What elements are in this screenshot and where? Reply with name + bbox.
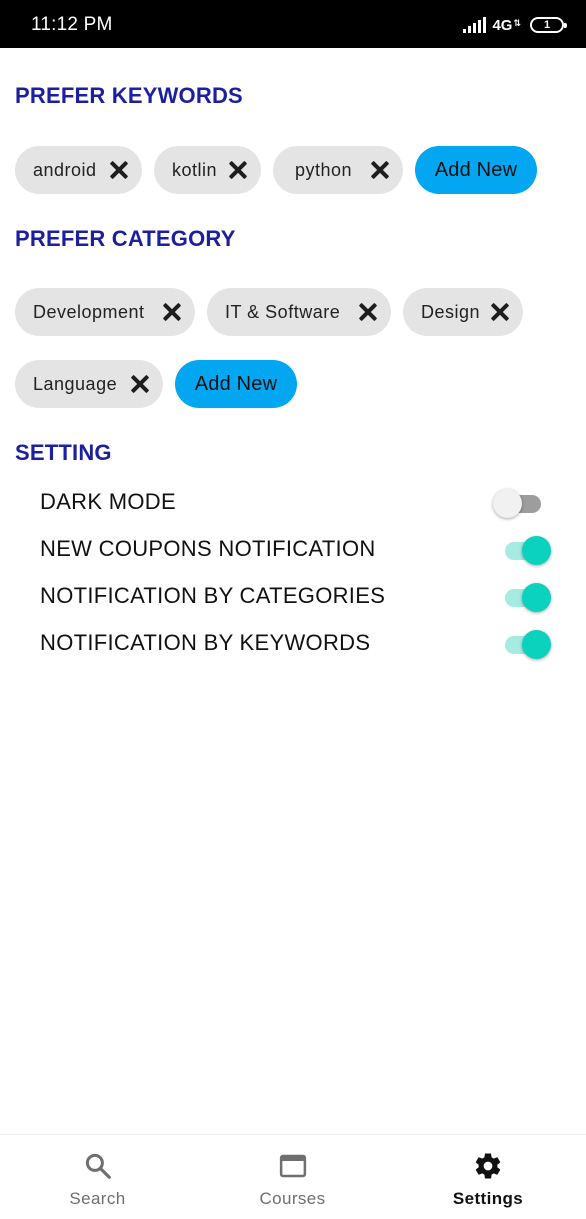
dark-mode-label: DARK MODE — [40, 489, 176, 514]
network-label: 4G — [492, 16, 513, 34]
network-indicator: 4G⇅ — [492, 17, 521, 34]
keyword-chip-kotlin[interactable]: kotlin — [154, 146, 261, 194]
chip-label: Development — [33, 301, 145, 322]
switch-thumb — [522, 583, 551, 612]
nav-item-settings[interactable]: Settings — [390, 1135, 586, 1219]
notification-by-keywords-label: NOTIFICATION BY KEYWORDS — [40, 630, 371, 655]
switch-thumb — [493, 489, 522, 518]
chip-label: Language — [33, 373, 118, 394]
category-chip-development[interactable]: Development — [15, 288, 195, 336]
chip-label: IT & Software — [225, 301, 341, 322]
add-category-button[interactable]: Add New — [175, 360, 297, 408]
notification-by-categories-switch[interactable] — [503, 579, 551, 613]
nav-label-courses: Courses — [259, 1189, 326, 1208]
notification-by-keywords-switch[interactable] — [503, 626, 551, 660]
search-icon — [85, 1153, 111, 1179]
close-icon[interactable] — [369, 159, 391, 181]
nav-item-search[interactable]: Search — [0, 1135, 195, 1219]
close-icon[interactable] — [357, 301, 379, 323]
chip-label: android — [33, 159, 97, 180]
nav-item-courses[interactable]: Courses — [195, 1135, 390, 1219]
category-heading: PREFER CATEGORY — [15, 226, 236, 251]
nav-label-settings: Settings — [452, 1189, 524, 1208]
status-bar: 11:12 PM 4G⇅ 1 — [0, 0, 586, 48]
close-icon[interactable] — [227, 159, 249, 181]
new-coupons-notification-label: NEW COUPONS NOTIFICATION — [40, 536, 376, 561]
new-coupons-notification-switch[interactable] — [503, 532, 551, 566]
status-time: 11:12 PM — [31, 14, 113, 35]
chip-label: python — [295, 159, 353, 180]
chip-label: kotlin — [172, 159, 218, 180]
close-icon[interactable] — [108, 159, 130, 181]
close-icon[interactable] — [129, 373, 151, 395]
chip-label: Design — [421, 301, 481, 322]
category-chip-it-software[interactable]: IT & Software — [207, 288, 391, 336]
add-keyword-button[interactable]: Add New — [415, 146, 537, 194]
close-icon[interactable] — [489, 301, 511, 323]
keywords-heading: PREFER KEYWORDS — [15, 83, 243, 108]
signal-icon — [463, 17, 487, 33]
window-icon — [279, 1154, 306, 1178]
category-chip-language[interactable]: Language — [15, 360, 163, 408]
bottom-navigation: Search Courses Settings — [0, 1134, 586, 1219]
gear-icon — [475, 1153, 501, 1179]
nav-label-search: Search — [69, 1189, 126, 1208]
battery-icon: 1 — [530, 17, 567, 33]
close-icon[interactable] — [161, 301, 183, 323]
switch-thumb — [522, 536, 551, 565]
setting-heading: SETTING — [15, 440, 112, 465]
keyword-chip-python[interactable]: python — [273, 146, 403, 194]
battery-level: 1 — [543, 19, 551, 31]
keyword-chip-android[interactable]: android — [15, 146, 142, 194]
status-icons: 4G⇅ 1 — [463, 15, 567, 35]
category-chip-design[interactable]: Design — [403, 288, 523, 336]
switch-thumb — [522, 630, 551, 659]
notification-by-categories-label: NOTIFICATION BY CATEGORIES — [40, 583, 386, 608]
data-arrows-icon: ⇅ — [513, 17, 521, 28]
dark-mode-switch[interactable] — [493, 485, 543, 519]
